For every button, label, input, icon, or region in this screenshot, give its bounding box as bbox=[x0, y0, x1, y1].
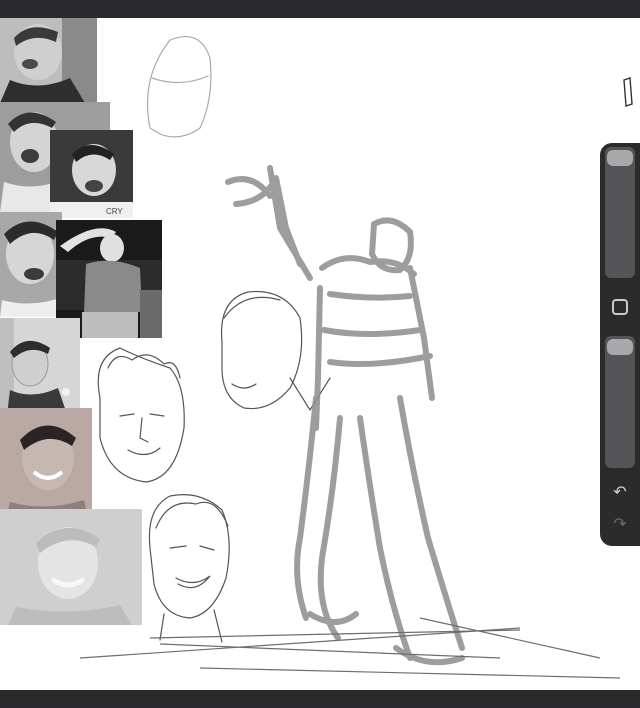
redo-icon[interactable]: ↷ bbox=[609, 515, 631, 535]
top-toolbar bbox=[0, 0, 640, 18]
sketch-layer bbox=[79, 36, 633, 679]
drawing-canvas[interactable]: CRY bbox=[0, 18, 640, 690]
brush-size-slider[interactable] bbox=[605, 147, 635, 278]
modify-button[interactable] bbox=[612, 299, 628, 315]
tool-sidebar: ↶ ↷ bbox=[600, 143, 640, 546]
opacity-slider[interactable] bbox=[605, 336, 635, 468]
opacity-handle[interactable] bbox=[607, 339, 633, 355]
bottom-bar bbox=[0, 690, 640, 708]
brush-size-handle[interactable] bbox=[607, 150, 633, 166]
undo-icon[interactable]: ↶ bbox=[609, 483, 631, 503]
